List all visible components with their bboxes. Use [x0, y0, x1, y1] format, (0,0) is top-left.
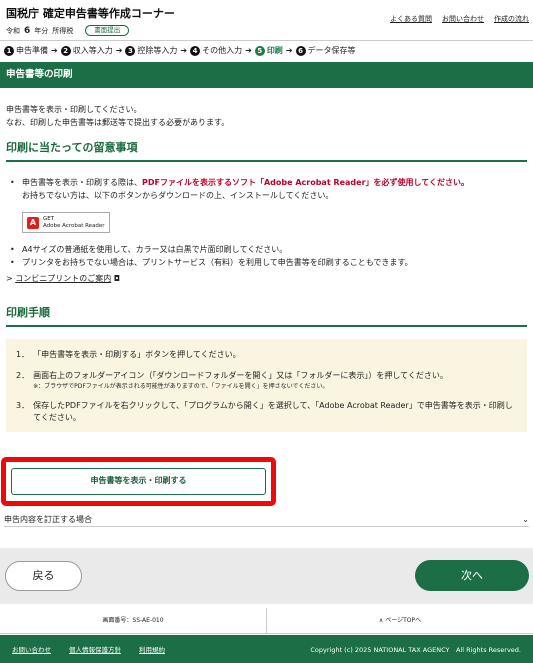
note-text: お持ちでない方は、以下のボタンからダウンロードの上、インストールしてください。 [22, 191, 334, 200]
submission-badge: 書面提出 [85, 25, 130, 36]
arrow-right-icon: ➔ [245, 46, 252, 55]
intro-line: なお、印刷した申告書等は郵送等で提出する必要があります。 [6, 118, 230, 127]
footer-links: お問い合わせ 個人情報保護方針 利用規約 [12, 644, 165, 654]
arrow-right-icon: ➔ [285, 46, 293, 55]
step-number: 2 [60, 45, 71, 56]
step-label: 申告準備 [16, 46, 48, 55]
step-2: 2 収入等入力 [60, 45, 113, 56]
procedure-heading: 印刷手順 [6, 304, 527, 327]
procedure-step: 1． 「申告書等を表示・印刷する」ボタンを押してください。 [16, 349, 517, 361]
page-top-link[interactable]: ∧ ページTOPへ [267, 608, 533, 633]
step-6: 6 データ保存等 [295, 45, 356, 56]
procedure-step-text: 保存したPDFファイルを右クリックして、「プログラムから開く」を選択して、「Ad… [33, 401, 513, 422]
notes-list: 申告書等を表示・印刷する際は、PDFファイルを表示するソフト「Adobe Acr… [0, 162, 533, 269]
page-info-bar: 画面番号：SS-AE-010 ∧ ページTOPへ [0, 608, 533, 634]
adobe-logo-icon: A [27, 216, 39, 229]
step-label: 収入等入力 [72, 46, 113, 55]
step-label: その他入力 [202, 46, 243, 55]
footer-contact-link[interactable]: お問い合わせ [12, 644, 51, 654]
procedure-step-number: 1． [16, 350, 30, 359]
step-number: 3 [125, 45, 136, 56]
step-label: 控除等入力 [137, 46, 178, 55]
year-number: 6 [24, 25, 31, 36]
intro-line: 申告書等を表示・印刷してください。 [6, 105, 142, 114]
page-top-label[interactable]: ページTOPへ [385, 617, 421, 624]
procedure-step-text: 「申告書等を表示・印刷する」ボタンを押してください。 [33, 350, 241, 359]
external-window-icon: ◘ [113, 274, 121, 283]
print-document-button[interactable]: 申告書等を表示・印刷する [11, 468, 266, 495]
step-4: 4 その他入力 [190, 45, 242, 56]
correction-accordion[interactable]: 申告内容を訂正する場合 ⌄ [4, 513, 529, 527]
page-title: 申告書等の印刷 [0, 62, 533, 88]
arrow-right-icon: ➔ [51, 46, 58, 55]
step-3: 3 控除等入力 [125, 45, 177, 56]
footer-privacy-link[interactable]: 個人情報保護方針 [69, 644, 121, 654]
next-button[interactable]: 次へ [415, 560, 529, 591]
note-item: 申告書等を表示・印刷する際は、PDFファイルを表示するソフト「Adobe Acr… [10, 176, 527, 243]
procedure-step: 2． 画面右上のフォルダーアイコン（「ダウンロードフォルダーを開く」又は「フォル… [16, 370, 517, 391]
arrow-right-icon: ➔ [115, 46, 123, 55]
arrow-right-icon: ➔ [180, 46, 188, 55]
copyright: Copyright (c) 2025 NATIONAL TAX AGENCY A… [310, 646, 521, 654]
step-label: データ保存等 [307, 46, 356, 55]
procedure-step-number: 3． [16, 401, 30, 410]
navigation-bar: 戻る 次へ [0, 548, 533, 604]
footer-terms-link[interactable]: 利用規約 [139, 644, 165, 654]
print-button-highlight: 申告書等を表示・印刷する [1, 457, 276, 506]
note-text: 申告書等を表示・印刷する際は、 [22, 178, 142, 187]
screen-number: 画面番号：SS-AE-010 [0, 608, 267, 633]
step-number: 1 [4, 45, 14, 56]
note-item: プリンタをお持ちでない場合は、プリントサービス（有料）を利用して申告書等を印刷す… [10, 256, 527, 269]
step-5-current: 5 印刷 [254, 45, 283, 56]
tax-year-row: 令和 6 年分 所得税 書面提出 [6, 25, 527, 36]
convenience-print-link[interactable]: > コンビニプリントのご案内 ◘ [0, 269, 533, 284]
year-suffix: 年分 [34, 26, 49, 35]
step-number: 4 [190, 45, 201, 56]
adobe-button-text: GET Adobe Acrobat Reader [43, 216, 105, 230]
footer: お問い合わせ 個人情報保護方針 利用規約 Copyright (c) 2025 … [0, 635, 533, 663]
contact-link[interactable]: お問い合わせ [442, 14, 484, 24]
page-header: 国税庁 確定申告書等作成コーナー 令和 6 年分 所得税 書面提出 よくある質問… [0, 0, 533, 40]
progress-steps: 1 申告準備 ➔ 2 収入等入力 ➔ 3 控除等入力 ➔ 4 その他入力 ➔ 5 印刷 ➔… [0, 40, 533, 60]
procedure-note: ※：ブラウザでPDFファイルが表示される可能性がありますので、「ファイルを開く」… [33, 383, 329, 390]
year-prefix: 令和 [6, 26, 20, 35]
procedure-step-text: 画面右上のフォルダーアイコン（「ダウンロードフォルダーを開く」又は「フォルダーに… [33, 371, 448, 380]
adobe-reader-download-button[interactable]: A GET Adobe Acrobat Reader [22, 212, 110, 233]
adobe-name-label: Adobe Acrobat Reader [43, 222, 105, 229]
adobe-get-label: GET [43, 215, 55, 222]
chevron-down-icon: ⌄ [522, 515, 529, 524]
step-number: 6 [295, 45, 306, 56]
note-item: A4サイズの普通紙を使用して、カラー又は白黒で片面印刷してください。 [10, 243, 527, 256]
correction-label: 申告内容を訂正する場合 [4, 515, 92, 524]
procedure-step: 3． 保存したPDFファイルを右クリックして、「プログラムから開く」を選択して、… [16, 400, 517, 424]
tax-type: 所得税 [52, 26, 74, 35]
convini-link-text[interactable]: コンビニプリントのご案内 [15, 274, 111, 283]
procedure-step-number: 2． [16, 371, 30, 380]
faq-link[interactable]: よくある質問 [390, 14, 432, 24]
note-warning: PDFファイルを表示するソフト「Adobe Acrobat Reader」を必ず… [142, 178, 470, 187]
step-1: 1 申告準備 [4, 45, 48, 56]
step-label: 印刷 [266, 46, 283, 55]
header-links: よくある質問 お問い合わせ 作成の流れ [390, 14, 529, 24]
intro-text: 申告書等を表示・印刷してください。 なお、印刷した申告書等は郵送等で提出する必要… [0, 88, 533, 129]
flow-link[interactable]: 作成の流れ [494, 14, 529, 24]
back-button[interactable]: 戻る [5, 561, 82, 591]
print-procedure-box: 1． 「申告書等を表示・印刷する」ボタンを押してください。 2． 画面右上のフォ… [6, 339, 527, 432]
notes-heading: 印刷に当たっての留意事項 [6, 139, 527, 162]
chevron-right-icon: > [6, 274, 13, 283]
step-number: 5 [254, 45, 265, 56]
